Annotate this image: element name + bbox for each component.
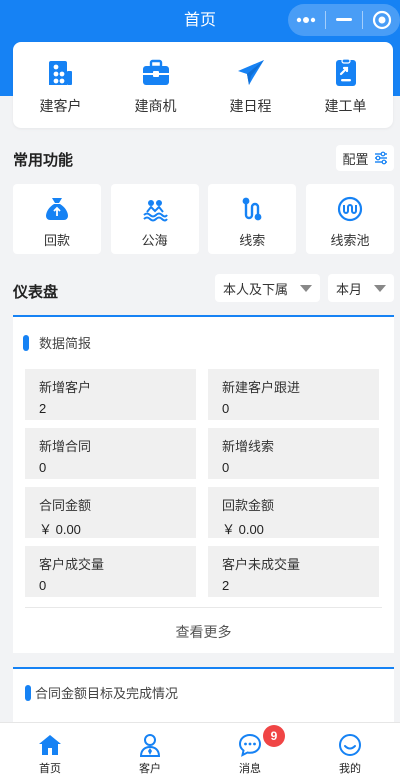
common-functions-grid: 回款 公海 线索 线索池 xyxy=(13,184,394,254)
tab-mine[interactable]: 我的 xyxy=(300,723,400,776)
period-select[interactable]: 本月 xyxy=(328,274,394,302)
quick-action-label: 建日程 xyxy=(229,98,272,114)
stat-new-customers[interactable]: 新增客户 2 xyxy=(25,369,196,420)
home-icon xyxy=(39,735,61,755)
mini-program-capsule xyxy=(288,4,400,36)
common-functions-title: 常用功能 xyxy=(13,152,74,169)
clue-pool-icon xyxy=(337,196,363,222)
waves-icon xyxy=(142,200,168,222)
quick-action-new-customer[interactable]: 建客户 xyxy=(13,42,108,128)
tab-label: 首页 xyxy=(39,763,61,775)
quick-action-label: 建商机 xyxy=(134,98,177,114)
tab-customers[interactable]: 客户 xyxy=(100,723,200,776)
quick-actions-card: 建客户 建商机 建日程 建工单 xyxy=(13,42,393,128)
config-button[interactable]: 配置 xyxy=(336,145,394,171)
tab-messages[interactable]: 消息 9 xyxy=(200,723,300,776)
quick-action-new-schedule[interactable]: 建日程 xyxy=(203,42,298,128)
stat-value: ￥ 0.00 xyxy=(39,522,81,537)
summary-title: 数据简报 xyxy=(39,336,92,351)
smile-icon xyxy=(339,734,361,756)
stat-value: 0 xyxy=(222,460,230,475)
stat-label: 新增合同 xyxy=(39,439,92,454)
stat-label: 新建客户跟进 xyxy=(222,380,301,395)
dropdown-arrow-icon xyxy=(374,285,386,292)
person-icon xyxy=(139,734,161,757)
section-marker xyxy=(23,334,29,351)
clue-path-icon xyxy=(242,197,262,221)
chat-icon xyxy=(238,733,262,757)
quick-action-label: 建工单 xyxy=(324,98,367,114)
view-more-link[interactable]: 查看更多 xyxy=(13,622,394,642)
building-icon xyxy=(48,61,72,85)
stat-customer-deals[interactable]: 客户成交量 0 xyxy=(25,546,196,597)
stat-label: 回款金额 xyxy=(222,498,275,513)
quick-action-new-opportunity[interactable]: 建商机 xyxy=(108,42,203,128)
stat-value: 0 xyxy=(39,578,47,593)
more-dots-icon xyxy=(297,17,316,23)
stat-contract-amount[interactable]: 合同金额 ￥ 0.00 xyxy=(25,487,196,538)
summary-panel-header: 数据简报 xyxy=(23,333,91,352)
tab-label: 客户 xyxy=(139,763,161,775)
contract-panel-header: 合同金额目标及完成情况 xyxy=(25,683,178,702)
stat-value: 0 xyxy=(222,401,230,416)
tab-home[interactable]: 首页 xyxy=(0,723,100,776)
divider xyxy=(25,607,382,608)
section-marker xyxy=(25,684,31,701)
target-close-icon xyxy=(372,10,391,30)
quick-action-new-ticket[interactable]: 建工单 xyxy=(298,42,393,128)
stat-label: 新增客户 xyxy=(39,380,92,395)
stat-value: 2 xyxy=(222,578,230,593)
stat-label: 客户成交量 xyxy=(39,557,105,572)
function-label: 线索 xyxy=(239,233,266,248)
contract-target-panel: 合同金额目标及完成情况 xyxy=(13,667,394,727)
stat-new-contracts[interactable]: 新增合同 0 xyxy=(25,428,196,479)
quick-action-label: 建客户 xyxy=(39,98,82,114)
more-menu-button[interactable] xyxy=(288,4,325,36)
sliders-icon xyxy=(374,151,387,165)
minimize-icon xyxy=(335,18,352,21)
stat-label: 客户未成交量 xyxy=(222,557,301,572)
stat-new-clues[interactable]: 新增线索 0 xyxy=(208,428,379,479)
bottom-tab-bar: 首页 客户 消息 9 我的 xyxy=(0,722,400,776)
function-payment[interactable]: 回款 xyxy=(13,184,101,254)
function-label: 公海 xyxy=(141,233,168,248)
tab-label: 消息 xyxy=(239,763,261,775)
tab-label: 我的 xyxy=(339,763,361,775)
money-bag-icon xyxy=(46,198,68,220)
function-label: 回款 xyxy=(43,233,70,248)
ticket-icon xyxy=(335,58,356,86)
function-clue-pool[interactable]: 线索池 xyxy=(305,184,394,254)
stat-value: ￥ 0.00 xyxy=(222,522,264,537)
stat-label: 新增线索 xyxy=(222,439,275,454)
briefcase-icon xyxy=(142,59,169,85)
function-clues[interactable]: 线索 xyxy=(208,184,297,254)
summary-panel: 数据简报 新增客户 2 新建客户跟进 0 新增合同 0 新增线索 0 合同金额 … xyxy=(13,315,394,653)
dropdown-arrow-icon xyxy=(300,285,312,292)
scope-select[interactable]: 本人及下属 xyxy=(215,274,320,302)
dashboard-title: 仪表盘 xyxy=(13,284,59,301)
minimize-button[interactable] xyxy=(326,4,363,36)
stat-payment-amount[interactable]: 回款金额 ￥ 0.00 xyxy=(208,487,379,538)
config-label: 配置 xyxy=(342,151,369,167)
stat-new-followups[interactable]: 新建客户跟进 0 xyxy=(208,369,379,420)
period-select-value: 本月 xyxy=(336,281,363,297)
stat-customer-no-deals[interactable]: 客户未成交量 2 xyxy=(208,546,379,597)
close-miniprogram-button[interactable] xyxy=(363,4,400,36)
stat-value: 0 xyxy=(39,460,47,475)
unread-badge: 9 xyxy=(263,725,285,747)
contract-panel-title: 合同金额目标及完成情况 xyxy=(35,686,179,701)
stat-label: 合同金额 xyxy=(39,498,92,513)
scope-select-value: 本人及下属 xyxy=(223,281,289,297)
stat-value: 2 xyxy=(39,401,47,416)
function-public-pool[interactable]: 公海 xyxy=(110,184,199,254)
function-label: 线索池 xyxy=(330,233,370,248)
paper-plane-icon xyxy=(237,60,264,85)
